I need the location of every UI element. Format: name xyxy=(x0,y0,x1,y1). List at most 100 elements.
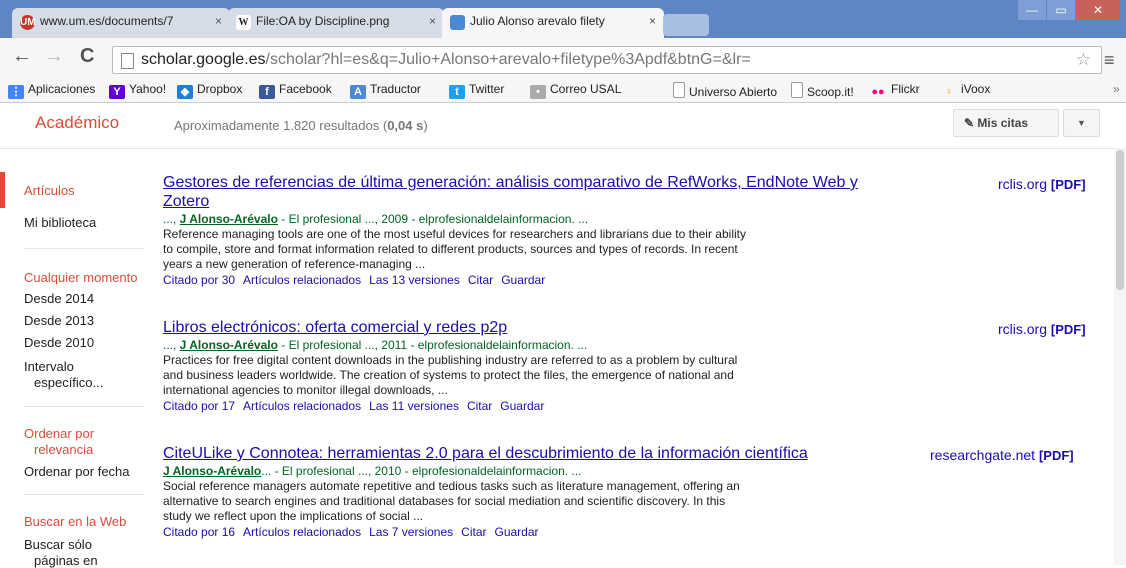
result-actions: Citado por 16 Artículos relacionados Las 7… xyxy=(163,524,953,540)
bookmark-scoop-it[interactable]: Scoop.it! xyxy=(791,82,854,99)
save-link[interactable]: Guardar xyxy=(500,399,544,413)
scrollbar-thumb[interactable] xyxy=(1116,150,1124,290)
bookmark-flickr[interactable]: ●● Flickr xyxy=(869,82,919,99)
save-link[interactable]: Guardar xyxy=(495,525,539,539)
sidebar-divider xyxy=(24,494,144,495)
sidebar-item-any-time[interactable]: Cualquier momento xyxy=(24,270,137,285)
address-bar[interactable]: scholar.google.es/scholar?hl=es&q=Julio+… xyxy=(112,46,1102,74)
bookmark-yahoo[interactable]: Y Yahoo! xyxy=(109,82,166,99)
sidebar-item-since-2010[interactable]: Desde 2010 xyxy=(24,335,94,350)
bookmark-facebook[interactable]: f Facebook xyxy=(259,82,332,99)
twitter-icon: t xyxy=(449,85,465,99)
result-authors: ..., J Alonso-Arévalo - El profesional .… xyxy=(163,338,588,352)
page-scrollbar[interactable] xyxy=(1114,148,1126,565)
save-link[interactable]: Guardar xyxy=(501,273,545,287)
tab-google-scholar[interactable]: Julio Alonso arevalo filety × xyxy=(442,8,664,38)
sidebar-item-range-cont[interactable]: específico... xyxy=(34,375,103,390)
bookmark-universo-abierto[interactable]: Universo Abierto xyxy=(673,82,777,99)
bookmark-correo-usal[interactable]: • Correo USAL xyxy=(530,82,621,99)
new-tab-button[interactable] xyxy=(663,14,709,36)
related-articles-link[interactable]: Artículos relacionados xyxy=(243,273,361,287)
page-icon xyxy=(673,82,685,98)
my-citations-button[interactable]: ✎ Mis citas xyxy=(953,109,1059,137)
results-count: Aproximadamente 1.820 resultados (0,04 s… xyxy=(174,118,428,133)
result-pdf-link[interactable]: rclis.org [PDF] xyxy=(998,321,1086,337)
author-link[interactable]: J Alonso-Arévalo xyxy=(163,464,261,478)
versions-link[interactable]: Las 11 versiones xyxy=(369,399,459,413)
sidebar-item-since-2013[interactable]: Desde 2013 xyxy=(24,313,94,328)
bookmark-star-icon[interactable]: ☆ xyxy=(1076,50,1091,70)
bookmark-twitter[interactable]: t Twitter xyxy=(449,82,504,99)
result-actions: Citado por 17 Artículos relacionados Las 1… xyxy=(163,398,953,414)
result-snippet: Practices for free digital content downl… xyxy=(163,353,738,397)
versions-link[interactable]: Las 7 versiones xyxy=(369,525,453,539)
tab-label: Julio Alonso arevalo filety xyxy=(470,14,605,28)
bookmark-dropbox[interactable]: ◆ Dropbox xyxy=(177,82,242,99)
yahoo-icon: Y xyxy=(109,85,125,99)
chrome-menu-icon[interactable]: ≡ xyxy=(1104,50,1115,71)
tab-close-icon[interactable]: × xyxy=(215,14,222,28)
sidebar-item-search-web[interactable]: Buscar en la Web xyxy=(24,514,126,529)
pencil-icon: ✎ xyxy=(964,116,978,130)
cite-link[interactable]: Citar xyxy=(468,273,493,287)
close-window-button[interactable]: ✕ xyxy=(1076,0,1120,20)
result-pdf-link[interactable]: researchgate.net [PDF] xyxy=(930,447,1074,463)
sidebar-item-since-2014[interactable]: Desde 2014 xyxy=(24,291,94,306)
sidebar-item-sort-relevance[interactable]: Ordenar por xyxy=(24,426,94,441)
sidebar-item-range[interactable]: Intervalo xyxy=(24,359,74,374)
wikipedia-favicon-icon: W xyxy=(236,15,251,30)
bookmark-ivoox[interactable]: ♀ iVoox xyxy=(941,82,990,99)
cited-by-link[interactable]: Citado por 30 xyxy=(163,273,235,287)
window-controls: — ▭ ✕ xyxy=(1017,0,1120,22)
sidebar-item-sort-relevance-cont[interactable]: relevancia xyxy=(34,442,93,457)
maximize-button[interactable]: ▭ xyxy=(1047,0,1075,20)
tab-close-icon[interactable]: × xyxy=(429,14,436,28)
result-pdf-link[interactable]: rclis.org [PDF] xyxy=(998,176,1086,192)
versions-link[interactable]: Las 13 versiones xyxy=(369,273,460,287)
related-articles-link[interactable]: Artículos relacionados xyxy=(243,525,361,539)
tab-close-icon[interactable]: × xyxy=(649,14,656,28)
result-item: Libros electrónicos: oferta comercial y … xyxy=(163,318,953,414)
sidebar-item-only-pages[interactable]: Buscar sólo xyxy=(24,537,92,552)
result-item: CiteULike y Connotea: herramientas 2.0 p… xyxy=(163,444,953,540)
tab-um-es[interactable]: UM www.um.es/documents/7 × xyxy=(12,8,230,38)
cited-by-link[interactable]: Citado por 17 xyxy=(163,399,235,413)
result-title-link[interactable]: CiteULike y Connotea: herramientas 2.0 p… xyxy=(163,444,953,463)
reload-button[interactable]: C xyxy=(80,45,94,68)
flickr-icon: ●● xyxy=(871,86,885,98)
dropbox-icon: ◆ xyxy=(177,85,193,99)
translate-icon: A xyxy=(350,85,366,99)
sidebar-item-only-pages-cont[interactable]: páginas en xyxy=(34,553,98,568)
bookmarks-bar: ⋮ Aplicaciones Y Yahoo! ◆ Dropbox f Facebook… xyxy=(0,78,1126,103)
result-title-link[interactable]: Libros electrónicos: oferta comercial y … xyxy=(163,318,953,337)
result-snippet: Reference managing tools are one of the … xyxy=(163,227,746,271)
result-authors: ..., J Alonso-Arévalo - El profesional .… xyxy=(163,212,589,226)
sidebar-divider xyxy=(24,406,144,407)
bookmark-traductor[interactable]: A Traductor xyxy=(350,82,421,99)
um-favicon-icon: UM xyxy=(20,15,36,30)
sidebar-divider xyxy=(24,248,144,249)
result-title-link[interactable]: Gestores de referencias de última genera… xyxy=(163,173,953,211)
bookmark-apps[interactable]: ⋮ Aplicaciones xyxy=(8,82,95,99)
active-indicator xyxy=(0,172,5,208)
cite-link[interactable]: Citar xyxy=(467,399,492,413)
more-bookmarks-icon[interactable]: » xyxy=(1113,82,1120,96)
forward-button[interactable]: → xyxy=(44,45,64,68)
sidebar-item-sort-date[interactable]: Ordenar por fecha xyxy=(24,464,130,479)
sidebar-item-articles[interactable]: Artículos xyxy=(24,183,75,198)
back-button[interactable]: ← xyxy=(12,45,32,68)
sidebar-item-library[interactable]: Mi biblioteca xyxy=(24,215,96,230)
cite-link[interactable]: Citar xyxy=(461,525,486,539)
related-articles-link[interactable]: Artículos relacionados xyxy=(243,399,361,413)
tab-wikipedia-file[interactable]: W File:OA by Discipline.png × xyxy=(228,8,444,38)
minimize-button[interactable]: — xyxy=(1018,0,1046,20)
cited-by-link[interactable]: Citado por 16 xyxy=(163,525,235,539)
account-dropdown-button[interactable]: ▼ xyxy=(1063,109,1100,137)
scholar-logo[interactable]: Académico xyxy=(35,113,119,133)
page-icon xyxy=(121,53,134,69)
result-authors: J Alonso-Arévalo... - El profesional ...… xyxy=(163,464,582,478)
author-link[interactable]: J Alonso-Arévalo xyxy=(180,338,278,352)
apps-grid-icon: ⋮ xyxy=(8,85,24,99)
author-link[interactable]: J Alonso-Arévalo xyxy=(180,212,278,226)
ivoox-icon: ♀ xyxy=(944,86,954,98)
